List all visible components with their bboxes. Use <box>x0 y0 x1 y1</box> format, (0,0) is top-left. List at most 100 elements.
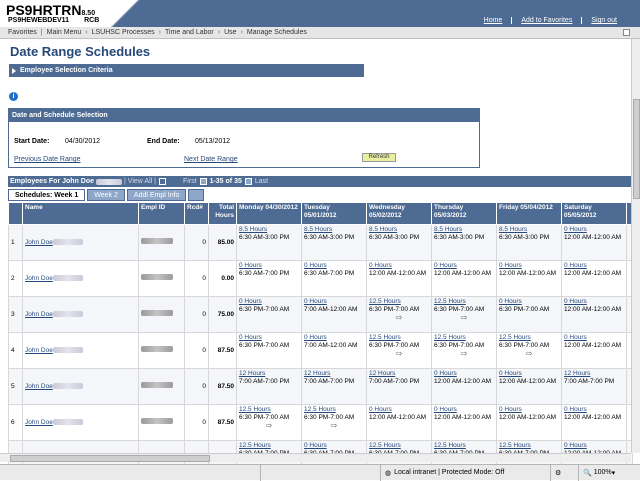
hours-link[interactable]: 0 Hours <box>434 406 494 414</box>
hours-link[interactable]: 12.5 Hours <box>499 334 559 342</box>
col-wednesday[interactable]: Wednesday 05/02/2012 <box>366 202 432 225</box>
breadcrumb-favorites[interactable]: Favorites <box>4 29 41 36</box>
hours-link[interactable]: 12.5 Hours <box>499 442 559 450</box>
hours-link[interactable]: 0 Hours <box>564 334 624 342</box>
hours-link[interactable]: 8.5 Hours <box>499 226 559 234</box>
hours-link[interactable]: 0 Hours <box>369 262 429 270</box>
vertical-scrollbar[interactable] <box>631 39 640 453</box>
breadcrumb-use[interactable]: Use <box>220 29 240 36</box>
hours-link[interactable]: 12.5 Hours <box>434 334 494 342</box>
table-row: 1 John Doe 0 85.00 8.5 Hours 6:30 AM-3:00 PM 8… <box>8 224 633 261</box>
col-saturday[interactable]: Saturday 05/05/2012 <box>561 202 627 225</box>
view-all-link[interactable]: View All <box>128 178 152 185</box>
home-link[interactable]: Home <box>475 17 512 24</box>
hours-link[interactable]: 0 Hours <box>499 370 559 378</box>
hours-link[interactable]: 12.5 Hours <box>369 298 429 306</box>
hours-link[interactable]: 0 Hours <box>499 262 559 270</box>
next-arrow-icon[interactable] <box>244 178 252 185</box>
hours-link[interactable]: 0 Hours <box>239 334 299 342</box>
hours-link[interactable]: 12.5 Hours <box>239 442 299 450</box>
employee-name-link[interactable]: John Doe <box>22 224 139 261</box>
hours-link[interactable]: 0 Hours <box>239 262 299 270</box>
employee-name-link[interactable]: John Doe <box>22 260 139 297</box>
horizontal-scroll-thumb[interactable] <box>10 455 210 462</box>
hours-link[interactable]: 0 Hours <box>434 370 494 378</box>
col-tuesday[interactable]: Tuesday 05/01/2012 <box>301 202 367 225</box>
sign-out-link[interactable]: Sign out <box>581 17 626 24</box>
grid-zoom-icon[interactable] <box>158 178 166 185</box>
hours-link[interactable]: 0 Hours <box>499 298 559 306</box>
col-friday[interactable]: Friday 05/04/2012 <box>496 202 562 225</box>
first-link[interactable]: First <box>183 178 197 185</box>
col-rcd[interactable]: Rcd# <box>184 202 209 225</box>
hours-link[interactable]: 0 Hours <box>304 298 364 306</box>
hours-link[interactable]: 0 Hours <box>434 262 494 270</box>
hours-link[interactable]: 0 Hours <box>564 298 624 306</box>
refresh-button[interactable]: Refresh <box>362 153 396 162</box>
hours-link[interactable]: 12 Hours <box>239 370 299 378</box>
employee-name-link[interactable]: John Doe <box>22 332 139 369</box>
horizontal-scrollbar[interactable] <box>0 453 631 462</box>
hours-link[interactable]: 0 Hours <box>564 406 624 414</box>
row-number: 2 <box>8 260 23 297</box>
hours-link[interactable]: 12.5 Hours <box>369 442 429 450</box>
breadcrumb-main-menu[interactable]: Main Menu <box>43 29 86 36</box>
redacted-surname <box>52 274 83 281</box>
shift-time: 7:00 AM-12:00 AM <box>304 306 358 313</box>
hours-link[interactable]: 8.5 Hours <box>434 226 494 234</box>
day-schedule-cell: 0 Hours 6:30 PM-7:00 AM <box>236 296 302 333</box>
employee-selection-criteria-toggle[interactable]: Employee Selection Criteria <box>9 64 364 77</box>
hours-link[interactable]: 0 Hours <box>304 442 364 450</box>
employee-name-link[interactable]: John Doe <box>22 368 139 405</box>
previous-date-range-link[interactable]: Previous Date Range <box>14 156 81 163</box>
col-name[interactable]: Name <box>22 202 139 225</box>
hours-link[interactable]: 8.5 Hours <box>304 226 364 234</box>
hours-link[interactable]: 12 Hours <box>304 370 364 378</box>
hours-link[interactable]: 12 Hours <box>369 370 429 378</box>
col-thursday[interactable]: Thursday 05/03/2012 <box>431 202 497 225</box>
employee-name-link[interactable]: John Doe <box>22 296 139 333</box>
hours-link[interactable]: 0 Hours <box>369 406 429 414</box>
vertical-scroll-thumb[interactable] <box>633 99 640 199</box>
prev-arrow-icon[interactable] <box>199 178 207 185</box>
col-empl-id[interactable]: Empl ID <box>138 202 185 225</box>
hours-link[interactable]: 0 Hours <box>564 226 624 234</box>
new-window-icon[interactable] <box>623 29 630 36</box>
next-date-range-link[interactable]: Next Date Range <box>184 156 238 163</box>
hours-link[interactable]: 12.5 Hours <box>434 298 494 306</box>
hours-link[interactable]: 12.5 Hours <box>304 406 364 414</box>
zoom-level[interactable]: 🔍 100% ▾ <box>578 464 640 481</box>
hours-link[interactable]: 12.5 Hours <box>369 334 429 342</box>
last-link[interactable]: Last <box>255 178 268 185</box>
hours-link[interactable]: 0 Hours <box>239 298 299 306</box>
breadcrumb-time-labor[interactable]: Time and Labor <box>161 29 218 36</box>
hours-link[interactable]: 0 Hours <box>499 406 559 414</box>
hours-link[interactable]: 0 Hours <box>304 262 364 270</box>
protected-mode-icon[interactable]: ⚙ <box>550 464 578 481</box>
hours-link[interactable]: 12.5 Hours <box>239 406 299 414</box>
hours-link[interactable]: 12.5 Hours <box>434 442 494 450</box>
breadcrumb-lsuhsc[interactable]: LSUHSC Processes <box>88 29 159 36</box>
hours-link[interactable]: 0 Hours <box>564 442 624 450</box>
employee-name-link[interactable]: John Doe <box>22 404 139 441</box>
hours-link[interactable]: 8.5 Hours <box>239 226 299 234</box>
show-all-columns-icon[interactable] <box>188 189 205 201</box>
tab-addl-empl-info[interactable]: Addl Empl Info <box>126 189 187 201</box>
hours-link[interactable]: 0 Hours <box>564 262 624 270</box>
redacted-empl-id <box>141 274 173 280</box>
tab-schedules-week1[interactable]: Schedules: Week 1 <box>8 189 86 201</box>
tab-week2[interactable]: Week 2 <box>87 189 125 201</box>
add-to-favorites-link[interactable]: Add to Favorites <box>511 17 581 24</box>
shift-time: 6:30 PM-7:00 AM <box>239 306 290 313</box>
redacted-empl-id <box>141 418 173 424</box>
total-hours: 87.50 <box>208 332 237 369</box>
hours-link[interactable]: 8.5 Hours <box>369 226 429 234</box>
col-total-hours[interactable]: Total Hours <box>208 202 237 225</box>
start-date-value: 04/30/2012 <box>65 138 101 145</box>
col-monday[interactable]: Monday 04/30/2012 <box>236 202 302 225</box>
breadcrumb-manage-schedules[interactable]: Manage Schedules <box>243 29 311 36</box>
hours-link[interactable]: 12 Hours <box>564 370 624 378</box>
grid-tabs: Schedules: Week 1 Week 2 Addl Empl Info <box>8 189 205 201</box>
row-range: 1-35 of 35 <box>209 178 242 185</box>
hours-link[interactable]: 0 Hours <box>304 334 364 342</box>
